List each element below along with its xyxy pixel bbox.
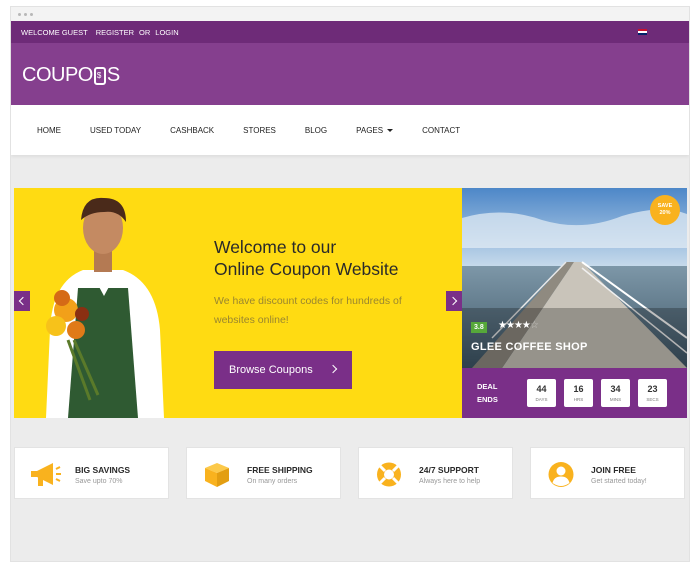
deal-ends-label-1: Deal [477,382,498,391]
feature-title: Join Free [591,465,636,475]
login-link[interactable]: Login [155,28,178,37]
window-dot [30,13,33,16]
countdown-unit: Secs [646,397,659,402]
site-header: COUPO S [11,43,689,105]
save-badge: Save 20% [650,195,680,225]
slider-next-button[interactable] [446,291,462,311]
hero-title-line1: Welcome to our [214,237,337,257]
save-badge-label: Save [657,203,673,209]
feature-title: Big Savings [75,465,131,475]
nav-blog[interactable]: Blog [305,126,327,135]
save-badge-percent: 20% [659,210,671,216]
countdown-value: 16 [573,384,584,394]
feature-subtitle: On many orders [247,478,298,485]
hero-title: Welcome to our Online Coupon Website [214,236,454,280]
nav-pages-label: Pages [356,125,384,135]
nav-pages[interactable]: Pages [356,125,394,135]
star-rating: ★★★★☆ [498,320,539,331]
countdown-value: 23 [647,384,658,394]
language-flag-icon[interactable] [638,29,647,35]
feature-free-shipping: Free Shipping On many orders [186,447,341,499]
hero-title-line2: Online Coupon Website [214,259,399,279]
deal-countdown-bar: Deal Ends 44 Days 16 Hrs 34 Mins 23 Secs [462,368,687,418]
feature-title: 24/7 Support [419,465,479,475]
countdown-days: 44 Days [527,379,556,407]
site-logo[interactable]: COUPO S [22,64,120,87]
register-link[interactable]: Register [96,28,134,37]
browse-coupons-label: Browse Coupons [229,364,313,376]
chevron-right-icon [448,296,458,306]
logo-text: COUPO [22,64,93,86]
chevron-left-icon [18,296,28,306]
deal-ends-label-2: Ends [477,395,498,404]
nav-home[interactable]: Home [37,126,61,135]
caret-down-icon [387,128,394,132]
countdown-value: 34 [610,384,621,394]
lifebuoy-icon [377,462,401,487]
hero-slider: Welcome to our Online Coupon Website We h… [14,188,462,418]
user-icon [548,462,574,487]
feature-title: Free Shipping [247,465,313,475]
chevron-right-icon [328,364,338,374]
florist-woman-image [46,197,164,418]
price-tag-icon [93,66,106,85]
star-icon: ★ [513,320,523,331]
box-icon [205,463,229,487]
nav-used-today[interactable]: Used Today [90,126,141,135]
countdown-unit: Days [535,397,548,402]
or-text: Or [139,27,151,37]
window-dot [18,13,21,16]
welcome-text: Welcome Guest [21,27,88,37]
feature-join-free: Join Free Get started today! [530,447,685,499]
logo-text-end: S [106,64,120,86]
browse-coupons-button[interactable]: Browse Coupons [214,351,352,389]
shop-name[interactable]: GLEE COFFEE SHOP [471,341,588,353]
window-dot [24,13,27,16]
countdown-unit: Hrs [573,397,584,402]
feature-subtitle: Get started today! [591,478,647,485]
window-chrome [11,7,689,21]
countdown-hours: 16 Hrs [564,379,593,407]
feature-big-savings: Big Savings Save upto 70% [14,447,169,499]
nav-stores[interactable]: Stores [243,126,276,135]
rating-badge: 3.8 [471,322,487,333]
featured-deal-card[interactable]: Save 20% 3.8 ★★★★☆ GLEE COFFEE SHOP Deal E… [462,188,687,418]
countdown-unit: Mins [609,397,622,402]
top-bar: Welcome Guest Register Or Login [11,21,689,43]
main-nav: Home Used Today Cashback Stores Blog Pag… [11,105,689,155]
star-icon: ★ [521,320,531,331]
star-empty-icon: ☆ [529,320,539,331]
countdown-minutes: 34 Mins [601,379,630,407]
feature-subtitle: Save upto 70% [75,478,123,485]
star-icon: ★ [498,320,507,331]
hero-subtitle: We have discount codes for hundreds of w… [214,295,402,326]
nav-cashback[interactable]: Cashback [170,126,214,135]
nav-contact[interactable]: Contact [422,126,460,135]
deal-ends-label: Deal Ends [477,380,507,406]
slider-prev-button[interactable] [14,291,30,311]
browser-frame: Welcome Guest Register Or Login COUPO S … [10,6,690,562]
star-icon: ★ [505,320,515,331]
feature-support: 24/7 Support Always here to help [358,447,513,499]
feature-subtitle: Always here to help [419,478,481,485]
countdown-value: 44 [536,384,547,394]
features-row: Big Savings Save upto 70% Free Shipping … [14,447,689,499]
countdown-seconds: 23 Secs [638,379,667,407]
megaphone-icon [31,463,61,486]
